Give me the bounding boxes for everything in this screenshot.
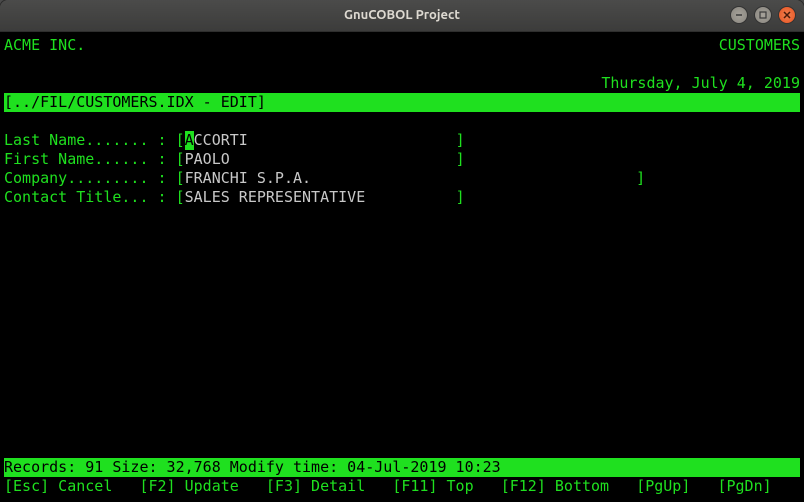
fkey-f12[interactable]: [F12] Bottom	[501, 477, 609, 495]
last-name-field[interactable]: ACCORTI	[185, 131, 456, 149]
cursor: A	[185, 131, 194, 150]
header-company: ACME INC.	[4, 36, 85, 55]
blank-row	[4, 55, 800, 74]
window-controls	[730, 6, 796, 24]
file-row: [../FIL/CUSTOMERS.IDX - EDIT]	[4, 93, 800, 112]
contact-title-row: Contact Title... : [SALES REPRESENTATIVE…	[4, 188, 800, 207]
first-name-row: First Name...... : [PAOLO ]	[4, 150, 800, 169]
window-title: GnuCOBOL Project	[344, 6, 460, 25]
company-row: Company......... : [FRANCHI S.P.A. ]	[4, 169, 800, 188]
window-frame: GnuCOBOL Project ACME INC. CUSTOMERS Thu…	[0, 0, 804, 502]
fields-area: Last Name....... : [ACCORTI ]First Name.…	[4, 131, 800, 207]
fkey-f2[interactable]: [F2] Update	[139, 477, 238, 495]
file-path-line: [../FIL/CUSTOMERS.IDX - EDIT]	[4, 93, 800, 112]
bracket-open: [	[176, 150, 185, 168]
bracket-close: ]	[456, 188, 465, 206]
terminal: ACME INC. CUSTOMERS Thursday, July 4, 20…	[0, 32, 804, 502]
bracket-open: [	[176, 169, 185, 187]
close-button[interactable]	[778, 6, 796, 24]
function-keys-row: [Esc] Cancel [F2] Update [F3] Detail [F1…	[4, 477, 800, 496]
blank-row-2	[4, 112, 800, 131]
bracket-open: [	[176, 131, 185, 149]
contact-title-label: Contact Title... :	[4, 188, 176, 206]
bracket-close: ]	[636, 169, 645, 187]
last-name-row: Last Name....... : [ACCORTI ]	[4, 131, 800, 150]
header-section: CUSTOMERS	[719, 36, 800, 55]
contact-title-field[interactable]: SALES REPRESENTATIVE	[185, 188, 456, 206]
first-name-label: First Name...... :	[4, 150, 176, 168]
fkey-esc[interactable]: [Esc] Cancel	[4, 477, 112, 495]
header-date: Thursday, July 4, 2019	[601, 74, 800, 92]
company-field[interactable]: FRANCHI S.P.A.	[185, 169, 637, 187]
bracket-close: ]	[456, 131, 465, 149]
fkey-pgdn[interactable]: [PgDn]	[717, 477, 771, 495]
company-label: Company......... :	[4, 169, 176, 187]
fkey-f3[interactable]: [F3] Detail	[266, 477, 365, 495]
minimize-button[interactable]	[730, 6, 748, 24]
date-row: Thursday, July 4, 2019	[4, 74, 800, 93]
header-row: ACME INC. CUSTOMERS	[4, 36, 800, 55]
bracket-open: [	[176, 188, 185, 206]
titlebar[interactable]: GnuCOBOL Project	[0, 0, 804, 32]
last-name-label: Last Name....... :	[4, 131, 176, 149]
fkey-f11[interactable]: [F11] Top	[392, 477, 473, 495]
maximize-button[interactable]	[754, 6, 772, 24]
fkey-pgup[interactable]: [PgUp]	[636, 477, 690, 495]
status-line: Records: 91 Size: 32,768 Modify time: 04…	[4, 458, 800, 477]
bracket-close: ]	[456, 150, 465, 168]
first-name-field[interactable]: PAOLO	[185, 150, 456, 168]
